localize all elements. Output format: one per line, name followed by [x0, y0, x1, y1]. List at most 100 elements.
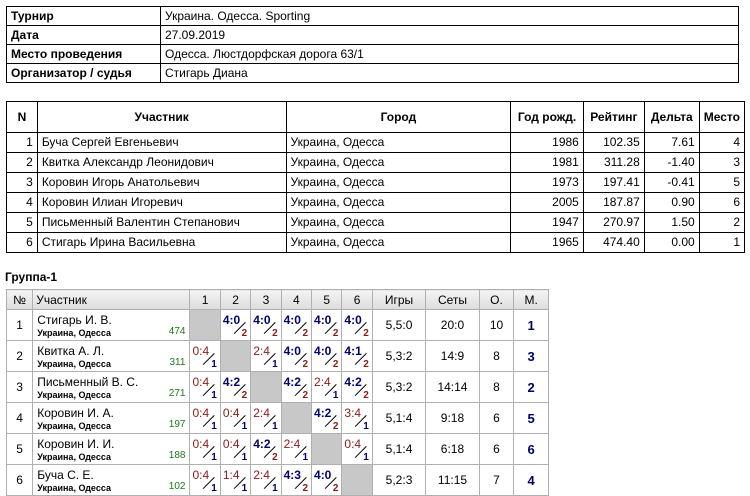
participant-city: Украина, Одесса	[285, 212, 512, 233]
group-player-name[interactable]: Коровин И. И.	[37, 437, 185, 451]
match-result-cell[interactable]: 4:0 2	[311, 340, 343, 372]
match-result-cell[interactable]: 4:2 2	[311, 402, 343, 434]
match-result-cell[interactable]: 0:4 1	[219, 433, 252, 465]
group-player-rating: 474	[168, 326, 186, 337]
match-result-cell[interactable]: 4:0 2	[280, 340, 313, 372]
info-key: Дата	[6, 25, 161, 45]
info-row: Дата 27.09.2019	[6, 25, 739, 45]
group-points: 6	[478, 433, 515, 465]
match-points: 2	[302, 359, 309, 370]
group-player-city: Украина, Одесса	[37, 389, 111, 400]
table-row: 1 Буча Сергей Евгеньевич Украина, Одесса 19…	[6, 132, 746, 153]
participant-name: Стигарь Ирина Васильевна	[36, 232, 287, 253]
table-row: 3 Коровин Игорь Анатольевич Украина, Одесс…	[6, 172, 746, 193]
participant-delta: 1.50	[643, 212, 700, 233]
group-player-rating: 271	[168, 388, 186, 399]
group-games: 5,1:4	[371, 433, 427, 465]
match-result-cell[interactable]: 0:4 1	[189, 371, 221, 403]
group-games: 5,5:0	[371, 309, 427, 341]
match-score: 2:4	[253, 344, 270, 358]
match-points: 2	[332, 483, 339, 494]
participant-city: Украина, Одесса	[285, 232, 512, 253]
group-col-games: Игры	[371, 289, 427, 310]
participant-n: 3	[6, 172, 38, 193]
group-place: 6	[513, 433, 549, 465]
match-score: 4:0	[222, 313, 241, 327]
match-result-cell[interactable]: 2:4 1	[311, 371, 343, 403]
group-col-name: Участник	[32, 289, 191, 310]
match-points: 1	[272, 359, 278, 370]
match-result-cell[interactable]: 4:3 2	[280, 464, 313, 496]
tournament-info-table: Турнир Украина. Одесса. Sporting Дата 27.09…	[6, 6, 739, 83]
group-games: 5,2:3	[371, 464, 427, 496]
match-points: 1	[332, 390, 339, 401]
group-player-name[interactable]: Буча С. Е.	[37, 468, 185, 482]
group-player-name[interactable]: Письменный В. С.	[37, 375, 185, 389]
match-points: 1	[241, 452, 248, 463]
participant-name: Буча Сергей Евгеньевич	[36, 132, 287, 153]
participant-n: 6	[6, 232, 38, 253]
group-player-rating: 102	[168, 481, 186, 492]
match-points: 2	[363, 390, 369, 401]
match-result-cell[interactable]: 4:1 2	[341, 340, 373, 372]
group-player-city: Украина, Одесса	[37, 451, 111, 462]
info-value: Украина. Одесса. Sporting	[160, 6, 739, 26]
match-result-cell[interactable]: 4:0 2	[311, 309, 343, 341]
match-result-cell[interactable]: 4:0 2	[250, 309, 282, 341]
participant-delta: 0.90	[643, 192, 700, 213]
match-points: 1	[211, 483, 217, 494]
info-row: Организатор / судья Стигарь Диана	[6, 63, 739, 83]
match-points: 1	[241, 483, 248, 494]
participant-n: 2	[6, 152, 38, 173]
match-result-cell[interactable]: 2:4 1	[250, 340, 282, 372]
match-result-cell[interactable]: 1:4 1	[219, 464, 252, 496]
match-result-cell[interactable]: 0:4 1	[219, 402, 252, 434]
match-result-cell[interactable]: 4:2 2	[250, 433, 282, 465]
group-player-city: Украина, Одесса	[37, 420, 111, 431]
match-result-cell[interactable]: 4:2 2	[280, 371, 313, 403]
match-result-cell[interactable]: 3:4 1	[341, 402, 373, 434]
match-result-cell[interactable]: 0:4 1	[341, 433, 373, 465]
participant-city: Украина, Одесса	[285, 192, 512, 213]
group-player-n: 4	[5, 402, 34, 434]
group-player-name[interactable]: Квитка А. Л.	[37, 344, 185, 358]
match-result-cell[interactable]: 0:4 1	[189, 402, 221, 434]
match-result-cell[interactable]: 2:4 1	[250, 464, 282, 496]
match-score: 4:2	[314, 406, 332, 420]
match-result-cell[interactable]: 2:4 1	[250, 402, 282, 434]
match-result-cell[interactable]: 4:2 2	[219, 371, 252, 403]
group-player: Коровин И. И. Украина, Одесса 188	[32, 433, 191, 465]
match-points: 2	[302, 328, 309, 339]
match-points: 2	[363, 359, 369, 370]
participant-delta: -0.41	[643, 172, 700, 193]
match-result-cell[interactable]: 4:0 2	[311, 464, 343, 496]
match-result-cell[interactable]: 4:2 2	[341, 371, 373, 403]
match-result-cell[interactable]: 0:4 1	[189, 433, 221, 465]
group-col-sets: Сеты	[425, 289, 480, 310]
match-result-cell[interactable]: 4:0 2	[219, 309, 252, 341]
group-player-name[interactable]: Стигарь И. В.	[37, 313, 185, 327]
table-row: 3 Письменный В. С. Украина, Одесса 271 0:4 1 4…	[5, 371, 549, 403]
group-col-n: №	[5, 289, 34, 310]
match-points: 2	[241, 390, 248, 401]
group-player-n: 1	[5, 309, 34, 341]
match-score: 4:2	[283, 375, 301, 389]
match-result-cell[interactable]: 4:0 2	[341, 309, 373, 341]
match-score: 2:4	[253, 406, 270, 420]
group-player-n: 3	[5, 371, 34, 403]
match-result-cell[interactable]: 0:4 1	[189, 464, 221, 496]
match-points: 2	[332, 359, 339, 370]
match-points: 1	[363, 452, 369, 463]
group-player-name[interactable]: Коровин И. А.	[37, 406, 185, 420]
table-row: 6 Буча С. Е. Украина, Одесса 102 0:4 1 1:4 1 2:4…	[5, 464, 549, 496]
group-place: 5	[513, 402, 549, 434]
match-result-cell[interactable]: 4:0 2	[280, 309, 313, 341]
group-player-city: Украина, Одесса	[37, 358, 111, 369]
group-sets: 14:9	[425, 340, 480, 372]
group-player: Стигарь И. В. Украина, Одесса 474	[32, 309, 191, 341]
col-rating: Рейтинг	[582, 101, 645, 133]
match-result-cell[interactable]: 2:4 1	[280, 433, 313, 465]
group-player-rating: 188	[168, 450, 186, 461]
participant-rating: 197.41	[582, 172, 645, 193]
match-result-cell[interactable]: 0:4 1	[189, 340, 221, 372]
